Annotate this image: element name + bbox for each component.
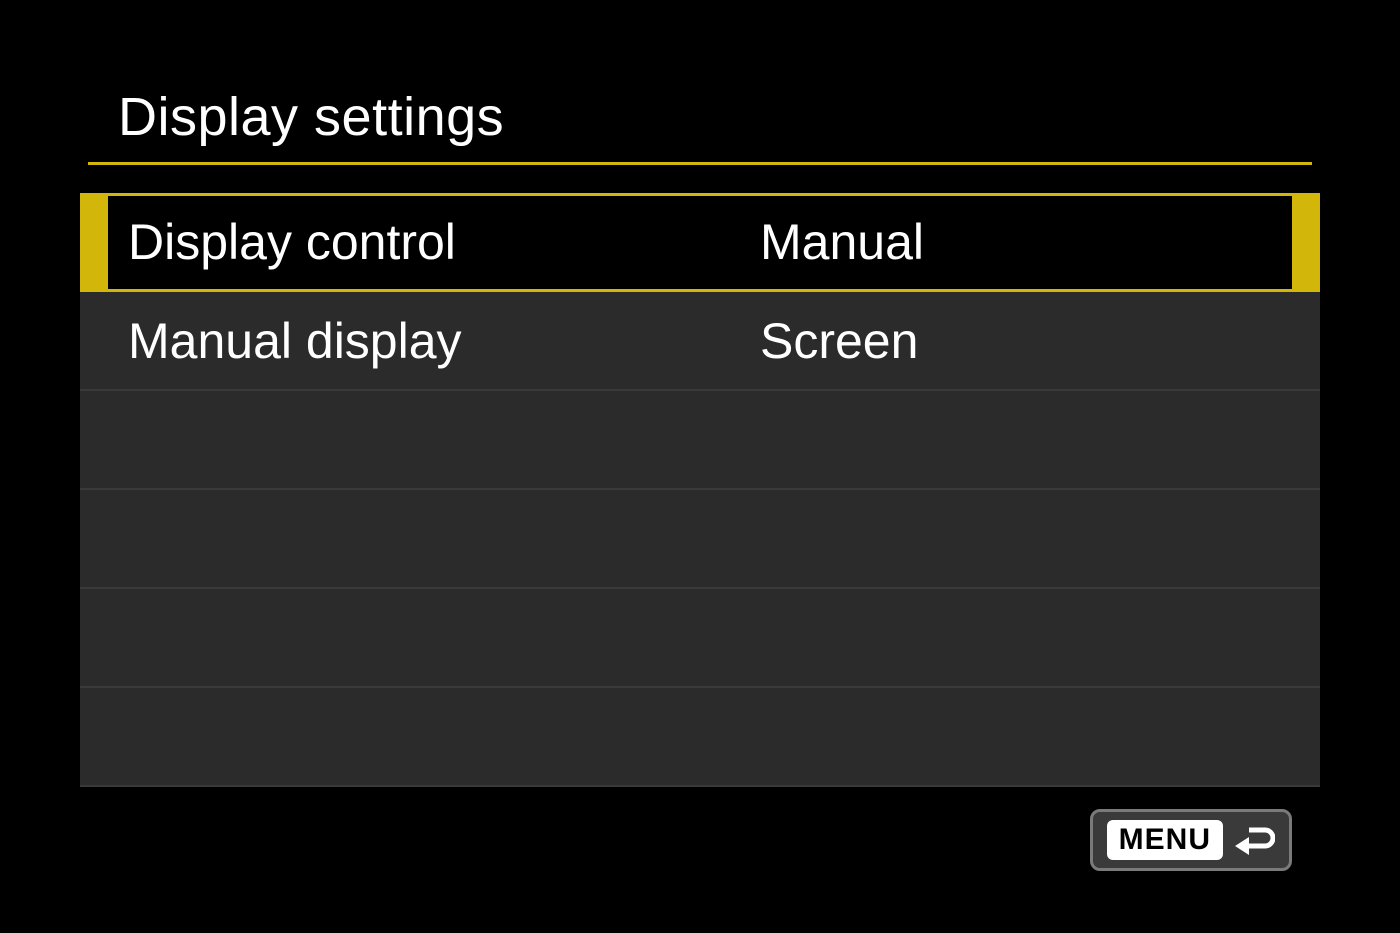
selection-bar-right <box>1292 193 1320 290</box>
return-icon <box>1233 823 1275 857</box>
title-bar: Display settings <box>0 86 1400 156</box>
row-empty-6 <box>80 688 1320 787</box>
row-display-control[interactable]: Display control Manual <box>80 193 1320 292</box>
selection-border-top <box>80 193 1320 196</box>
settings-list: Display control Manual Manual display Sc… <box>80 193 1320 787</box>
row-label: Display control <box>128 213 456 271</box>
row-value: Manual <box>760 213 924 271</box>
row-manual-display[interactable]: Manual display Screen <box>80 292 1320 391</box>
page-title: Display settings <box>118 86 1312 148</box>
selection-bar-left <box>80 193 108 290</box>
menu-label: MENU <box>1107 820 1223 860</box>
row-label: Manual display <box>128 312 462 370</box>
row-empty-4 <box>80 490 1320 589</box>
row-empty-3 <box>80 391 1320 490</box>
title-underline <box>88 162 1312 165</box>
row-value: Screen <box>760 312 918 370</box>
menu-back-button[interactable]: MENU <box>1090 809 1292 871</box>
footer: MENU <box>1090 809 1292 871</box>
display-settings-screen: Display settings Display control Manual … <box>0 0 1400 933</box>
row-empty-5 <box>80 589 1320 688</box>
